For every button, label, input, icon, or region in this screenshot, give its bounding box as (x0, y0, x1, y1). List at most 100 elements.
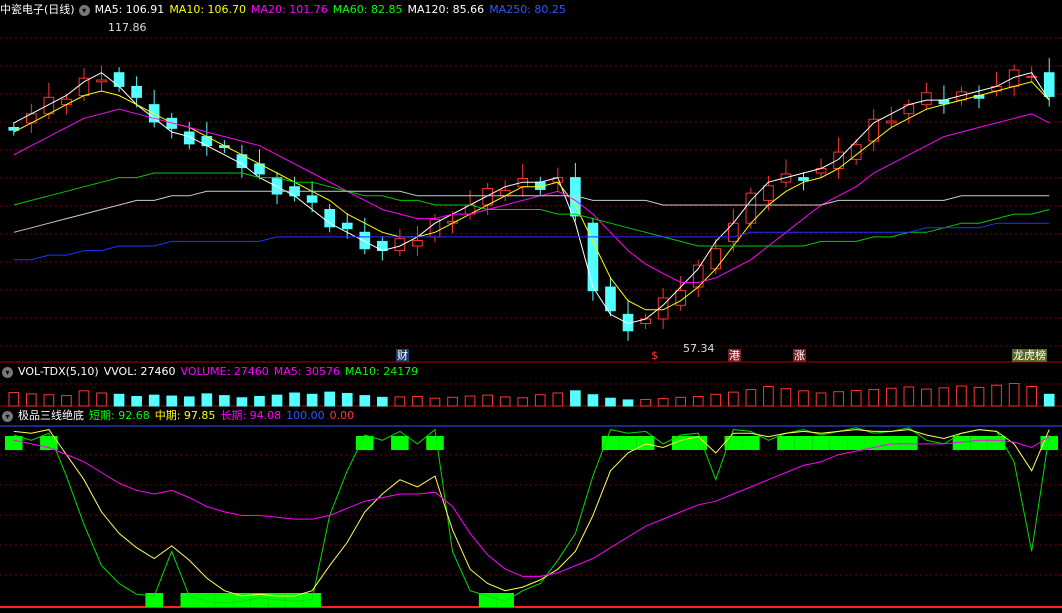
volume-bar-40 (710, 393, 722, 407)
candle-body-50 (885, 120, 897, 124)
top-signal-block-36 (636, 436, 655, 450)
volume-bar-3 (61, 395, 72, 407)
indicator-line-长期 (13, 436, 1050, 577)
volume-bar-53 (938, 387, 950, 407)
volume-bar-20 (359, 395, 371, 407)
candles (8, 58, 1055, 341)
candle-body-18 (324, 209, 336, 228)
volume-bar-0 (8, 392, 20, 407)
event-tag-1[interactable]: $ (650, 349, 659, 362)
volume-bar-38 (675, 396, 687, 407)
top-signal-block-34 (601, 436, 620, 450)
candle-body-5 (96, 79, 107, 83)
volume-bar-56 (991, 384, 1002, 407)
candle-body-19 (341, 222, 353, 230)
volume-bar-36 (640, 399, 651, 407)
volume-bars (8, 382, 1055, 407)
volume-bar-26 (464, 395, 476, 407)
candle-body-57 (1008, 69, 1020, 87)
volume-bar-44 (780, 388, 792, 407)
top-signal-block-50 (882, 436, 901, 450)
top-signal-block-55 (970, 436, 988, 450)
top-signal-block-35 (619, 436, 637, 450)
candle-body-3 (61, 98, 72, 106)
volume-bar-47 (833, 391, 844, 407)
volume-bar-50 (885, 387, 897, 407)
bottom-signal-block-12 (215, 593, 234, 607)
bottom-signal-block-27 (478, 593, 497, 607)
candle-body-2 (43, 96, 55, 115)
top-signal-block-42 (742, 436, 760, 450)
volume-bar-27 (482, 394, 493, 407)
volume-bar-59 (1043, 393, 1055, 407)
top-signal-block-24 (426, 436, 444, 450)
volume-bar-30 (534, 394, 546, 407)
volume-bar-57 (1008, 382, 1020, 407)
event-tag-4[interactable]: 龙虎榜 (1012, 349, 1047, 362)
volume-bar-21 (376, 396, 388, 407)
top-signal-block-47 (829, 436, 848, 450)
volume-bar-37 (657, 398, 669, 407)
volume-bar-58 (1026, 386, 1038, 407)
volume-bar-45 (798, 390, 809, 407)
candle-body-20 (359, 231, 371, 250)
volume-bar-22 (394, 396, 406, 407)
volume-bar-42 (745, 389, 757, 407)
volume-bar-17 (306, 393, 318, 407)
top-signal-block-45 (794, 436, 813, 450)
candle-body-45 (798, 177, 809, 181)
candle-body-40 (710, 248, 722, 270)
high-price-label: 117.86 (108, 21, 147, 34)
volume-bar-24 (429, 397, 441, 407)
volume-bar-48 (850, 389, 862, 407)
volume-bar-10 (183, 396, 195, 407)
volume-bar-12 (219, 395, 230, 407)
event-tag-0[interactable]: 财 (396, 349, 409, 362)
volume-bar-31 (552, 392, 564, 407)
volume-bar-54 (956, 385, 967, 407)
event-tag-2[interactable]: 港 (728, 349, 741, 362)
top-signal-block-22 (391, 436, 409, 450)
volume-bar-19 (341, 392, 353, 407)
volume-bar-7 (131, 395, 142, 407)
chart-canvas[interactable]: 117.86 57.34 (0, 0, 1062, 613)
volume-bar-5 (96, 392, 107, 407)
volume-bar-39 (692, 395, 704, 407)
event-tag-3[interactable]: 涨 (793, 349, 806, 362)
volume-bar-29 (517, 397, 529, 407)
ma-line-MA250 (13, 222, 1050, 261)
volume-bar-32 (570, 390, 581, 407)
candle-body-43 (763, 185, 774, 201)
candle-body-59 (1043, 72, 1055, 97)
volume-bar-2 (43, 394, 55, 407)
volume-bar-9 (166, 395, 178, 407)
candle-body-23 (412, 240, 423, 247)
volume-bar-52 (921, 388, 932, 407)
moving-average-lines (13, 72, 1050, 325)
indicator-signal-blocks (5, 436, 1058, 607)
bottom-signal-block-16 (285, 593, 304, 607)
volume-bar-6 (113, 393, 125, 407)
candle-body-27 (482, 188, 493, 206)
candle-body-52 (921, 92, 932, 106)
volume-bar-13 (236, 397, 248, 407)
ma-line-MA60 (13, 172, 1050, 247)
volume-bar-43 (763, 386, 774, 407)
candle-body-4 (78, 77, 90, 97)
volume-bar-41 (727, 391, 739, 407)
volume-bar-15 (271, 394, 283, 407)
volume-bar-49 (868, 389, 880, 407)
volume-bar-8 (148, 394, 160, 407)
top-signal-block-48 (847, 436, 865, 450)
volume-bar-25 (447, 396, 458, 407)
top-signal-block-0 (5, 436, 23, 450)
ma-line-MA120 (13, 190, 1050, 233)
volume-bar-14 (254, 395, 265, 407)
volume-bar-18 (324, 391, 336, 407)
top-signal-block-51 (900, 436, 918, 450)
volume-bar-11 (201, 393, 213, 407)
volume-bar-55 (973, 386, 985, 407)
candle-body-28 (499, 189, 511, 197)
volume-bar-1 (25, 393, 37, 407)
volume-bar-4 (78, 390, 90, 407)
